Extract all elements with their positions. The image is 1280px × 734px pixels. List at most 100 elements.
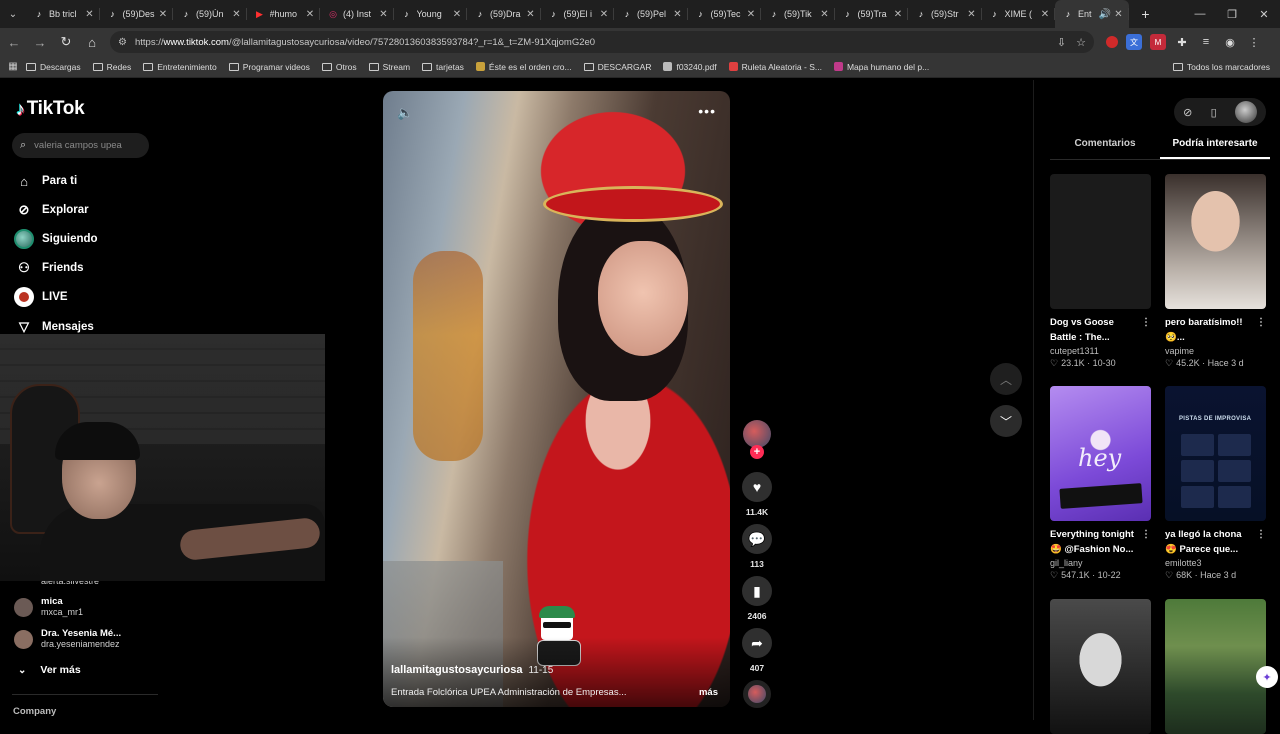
video-author[interactable]: lallamitagustosaycuriosa 11-15 [391,664,553,676]
creator-avatar[interactable] [743,420,771,448]
browser-tab[interactable]: ♪ (59)Tra ✕ [835,0,909,28]
music-disc-icon[interactable] [743,680,771,708]
kebab-menu-icon[interactable]: ⋮ [1141,315,1151,330]
kebab-menu-icon[interactable]: ⋮ [1141,527,1151,542]
nav-live[interactable]: LIVE [14,287,68,307]
nav-friends[interactable]: ⚇ Friends [14,258,83,278]
recommended-video[interactable]: pero baratísimo!! 🥺... ⋮ vapime ♡ 45.2K · … [1165,174,1266,369]
translate-icon[interactable]: 文 [1126,34,1142,50]
company-link[interactable]: Company [13,706,56,717]
back-button[interactable]: ← [2,35,26,50]
browser-tab[interactable]: ◎ (4) Inst ✕ [320,0,394,28]
video-thumbnail[interactable]: PISTAS DE IMPROVISA [1165,386,1266,521]
tab-search-button[interactable]: ⌄ [0,0,26,28]
caption-more-button[interactable]: más [699,687,718,698]
video-player[interactable]: 🔈 ••• lallamitagustosaycuriosa 11-15 Entr… [383,91,730,707]
restore-button[interactable]: ❐ [1216,8,1248,21]
tiktok-logo[interactable]: ♪ TikTok [16,98,85,120]
video-thumbnail[interactable] [1165,174,1266,309]
tab-podria-interesarte[interactable]: Podría interesarte [1160,132,1270,159]
follow-plus-icon[interactable]: + [750,445,764,459]
close-tab-icon[interactable]: ✕ [966,9,978,20]
comment-button[interactable]: 💬 [742,524,772,554]
close-tab-icon[interactable]: ✕ [745,9,757,20]
recommended-video[interactable] [1165,599,1266,734]
address-bar[interactable]: ⚙ https://www.tiktok.com/@lallamitagusto… [110,31,1094,53]
bookmark-link[interactable]: Mapa humano del p... [833,62,929,72]
apps-grid-icon[interactable]: ▦ [0,61,26,72]
following-account[interactable]: Dra. Yesenia Mé... dra.yeseniamendez [14,628,121,650]
nav-explorar[interactable]: ⊘ Explorar [14,200,89,220]
previous-video-button[interactable]: ︿ [990,363,1022,395]
video-thumbnail[interactable]: hey [1050,386,1151,521]
browser-tab[interactable]: ♪ (59)Dra ✕ [467,0,541,28]
mute-icon[interactable]: 🔈 [397,105,413,121]
site-info-icon[interactable]: ⚙ [118,37,127,48]
bookmark-link[interactable]: Éste es el orden cro... [475,62,572,72]
browser-tab[interactable]: ♪ XIME (✕ [982,0,1056,28]
search-input[interactable] [34,140,135,151]
home-button[interactable]: ⌂ [80,35,104,50]
close-tab-icon[interactable]: ✕ [304,9,316,20]
close-tab-icon[interactable]: ✕ [1113,9,1125,20]
search-box[interactable]: ⌕ [12,133,149,158]
media-controls-icon[interactable]: ≡ [1198,34,1214,50]
like-button[interactable]: ♥ [742,472,772,502]
nav-para-ti[interactable]: ⌂ Para ti [14,171,77,191]
following-account[interactable]: mica mxca_mr1 [14,596,83,618]
bookmark-link[interactable]: f03240.pdf [663,62,717,72]
close-tab-icon[interactable]: ✕ [378,9,390,20]
recommended-video[interactable] [1050,599,1151,734]
browser-tab[interactable]: ♪ (59)Str ✕ [908,0,982,28]
minimize-button[interactable]: — [1184,8,1216,21]
assistant-fab-icon[interactable]: ✦ [1256,666,1278,688]
profile-icon[interactable]: ◉ [1222,34,1238,50]
browser-tab[interactable]: ♪ Bb tricl ✕ [26,0,100,28]
next-video-button[interactable]: ﹀ [990,405,1022,437]
nav-siguiendo[interactable]: Siguiendo [14,229,98,249]
close-tab-icon[interactable]: ✕ [672,9,684,20]
compass-icon[interactable]: ⊘ [1183,106,1192,119]
browser-tab[interactable]: ♪ (59)Tec ✕ [688,0,762,28]
browser-tab[interactable]: ♪ (59)Tik ✕ [761,0,835,28]
close-tab-icon[interactable]: ✕ [819,9,831,20]
browser-tab[interactable]: ♪ Young ✕ [394,0,468,28]
browser-tab[interactable]: ♪ (59)El i ✕ [541,0,615,28]
extension-red-icon[interactable] [1106,36,1118,48]
bookmark-link[interactable]: Ruleta Aleatoria - S... [728,62,822,72]
bookmark-folder[interactable]: Descargas [26,62,81,72]
more-options-icon[interactable]: ••• [698,103,716,119]
reload-button[interactable]: ↻ [54,34,78,50]
close-tab-icon[interactable]: ✕ [892,9,904,20]
install-app-icon[interactable]: ⇩ [1057,36,1066,49]
browser-tab[interactable]: ♪ (59)Ún ✕ [173,0,247,28]
kebab-menu-icon[interactable]: ⋮ [1256,527,1266,542]
extension-m-icon[interactable]: M [1150,34,1166,50]
phone-icon[interactable]: ▯ [1211,106,1217,119]
save-button[interactable]: ▮ [742,576,772,606]
close-tab-icon[interactable]: ✕ [1039,9,1051,20]
bookmark-folder[interactable]: Programar videos [228,62,310,72]
browser-tab[interactable]: ♪ (59)Des ✕ [100,0,174,28]
profile-avatar[interactable] [1234,101,1257,123]
close-tab-icon[interactable]: ✕ [84,9,96,20]
bookmark-folder[interactable]: Redes [92,62,131,72]
bookmark-folder[interactable]: DESCARGAR [583,62,651,72]
bookmark-folder[interactable]: tarjetas [422,62,464,72]
share-button[interactable]: ➦ [742,628,772,658]
tab-comentarios[interactable]: Comentarios [1050,132,1160,159]
puzzle-icon[interactable]: ✚ [1174,34,1190,50]
browser-tab[interactable]: ♪ (59)Pel ✕ [614,0,688,28]
see-more-button[interactable]: ⌄ Ver más [18,664,81,676]
more-menu-icon[interactable]: ⋮ [1246,34,1262,50]
forward-button[interactable]: → [28,35,52,50]
video-thumbnail[interactable] [1165,599,1266,734]
bookmark-folder[interactable]: Entretenimiento [143,62,217,72]
recommended-video[interactable]: hey Everything tonight 🤩 @Fashion No... ⋮… [1050,386,1151,581]
recommended-video[interactable]: Dog vs Goose Battle : The... ⋮ cutepet131… [1050,174,1151,369]
close-tab-icon[interactable]: ✕ [157,9,169,20]
bookmark-star-icon[interactable]: ☆ [1076,36,1086,49]
video-thumbnail[interactable] [1050,174,1151,309]
close-tab-icon[interactable]: ✕ [451,9,463,20]
close-tab-icon[interactable]: ✕ [598,9,610,20]
